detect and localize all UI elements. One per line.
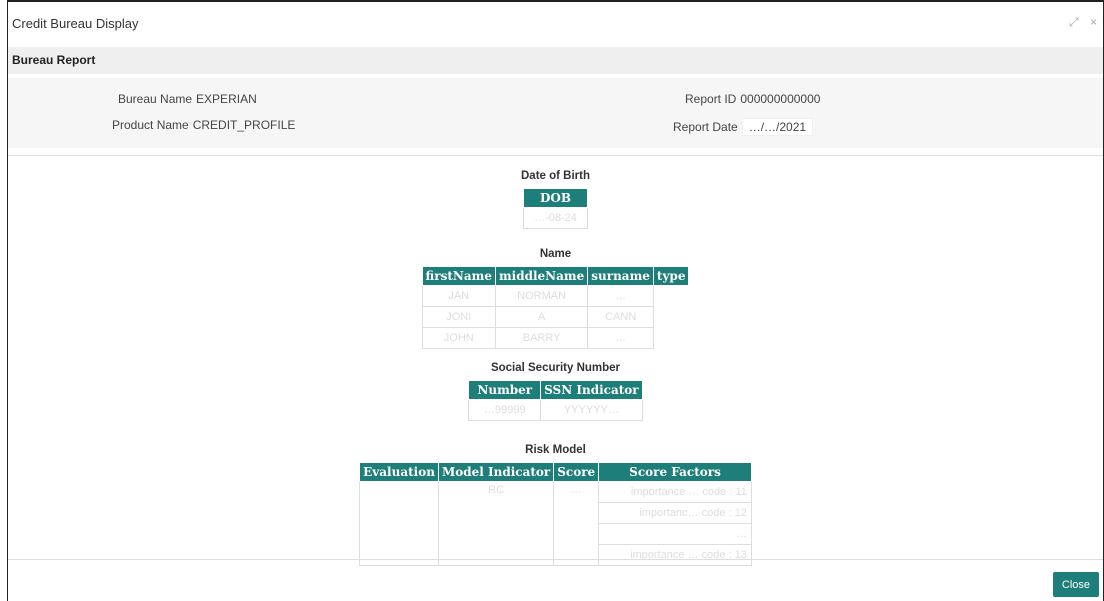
- col-model-indicator: Model Indicator: [437, 462, 555, 482]
- cell: [653, 286, 689, 307]
- risk-title: Risk Model: [525, 444, 586, 456]
- name-table: firstName middleName surname type JAN NO…: [421, 266, 690, 349]
- name-section: Name firstName middleName surname type J…: [8, 248, 1103, 349]
- cell: JONI: [421, 306, 496, 328]
- dob-section: Date of Birth DOB …-08-24: [8, 170, 1103, 229]
- product-name-field: Product Name CREDIT_PROFILE: [112, 118, 295, 132]
- cell: …: [587, 327, 654, 349]
- bureau-name-value: EXPERIAN: [196, 92, 257, 106]
- bureau-name-field: Bureau Name EXPERIAN: [118, 92, 257, 106]
- risk-table: Evaluation Model Indicator Score Score F…: [359, 462, 752, 566]
- ssn-table: Number SSN Indicator …99999 YYYYYY…: [468, 380, 643, 421]
- close-icon[interactable]: ×: [1090, 15, 1097, 29]
- cell: importance … code : 11: [598, 481, 752, 503]
- dob-title: Date of Birth: [521, 170, 590, 182]
- report-id-field: Report ID 000000000000: [685, 92, 820, 106]
- maximize-icon[interactable]: ⤢: [1069, 15, 1079, 29]
- report-info-panel: Bureau Name EXPERIAN Product Name CREDIT_P…: [8, 78, 1103, 148]
- ssn-section: Social Security Number Number SSN Indica…: [8, 362, 1103, 421]
- cell: [653, 328, 689, 349]
- cell: A: [494, 306, 589, 328]
- report-id-value: 000000000000: [740, 92, 821, 106]
- cell: BARRY: [494, 327, 589, 349]
- cell: CANN: [587, 306, 654, 328]
- col-score: Score: [553, 462, 600, 482]
- bureau-report-header: Bureau Report: [8, 47, 1103, 74]
- cell: importanc… code : 12: [598, 502, 752, 524]
- cell: JOHN: [421, 327, 496, 349]
- name-title: Name: [539, 248, 572, 260]
- cell: [359, 481, 439, 566]
- col-firstname: firstName: [421, 266, 496, 286]
- report-date-value: …/…/2021: [741, 118, 814, 136]
- footer-divider: [8, 559, 1103, 560]
- credit-bureau-window: Credit Bureau Display ⤢ × Bureau Report …: [7, 0, 1104, 601]
- col-surname: surname: [587, 266, 654, 286]
- cell: …: [598, 523, 752, 545]
- product-name-value: CREDIT_PROFILE: [192, 118, 296, 132]
- close-button[interactable]: Close: [1052, 572, 1099, 597]
- dob-value: …-08-24: [522, 207, 589, 229]
- window-controls: ⤢ ×: [1061, 15, 1097, 30]
- table-row: JOHN BARRY …: [421, 327, 689, 349]
- report-date-field: Report Date …/…/2021: [673, 118, 814, 136]
- col-middlename: middleName: [494, 266, 589, 286]
- risk-model-section: Risk Model Evaluation Model Indicator Sc…: [8, 444, 1103, 566]
- product-name-label: Product Name: [112, 118, 189, 132]
- title-bar: Credit Bureau Display ⤢ ×: [8, 0, 1103, 46]
- dob-table: DOB …-08-24: [522, 188, 589, 229]
- table-row: …99999 YYYYYY…: [468, 399, 643, 421]
- cell: JAN: [421, 285, 496, 307]
- section-title: Bureau Report: [12, 53, 96, 67]
- window-title: Credit Bureau Display: [12, 16, 139, 31]
- col-ssn-indicator: SSN Indicator: [540, 380, 643, 400]
- divider: [8, 155, 1103, 156]
- cell: …: [587, 285, 654, 307]
- col-type: type: [652, 266, 690, 286]
- dob-header: DOB: [522, 188, 589, 208]
- cell: YYYYYY…: [540, 399, 643, 421]
- cell: …: [553, 481, 600, 566]
- report-id-label: Report ID: [685, 92, 737, 106]
- cell: [653, 307, 689, 328]
- col-evaluation: Evaluation: [359, 462, 439, 482]
- table-row: JAN NORMAN …: [421, 285, 689, 307]
- cell: importance … code : 13: [598, 544, 752, 566]
- bureau-name-label: Bureau Name: [118, 92, 193, 106]
- cell: …99999: [468, 399, 542, 421]
- report-date-label: Report Date: [673, 120, 738, 134]
- report-body: Date of Birth DOB …-08-24 Name firstName…: [8, 160, 1103, 566]
- ssn-title: Social Security Number: [490, 362, 621, 374]
- cell: RC: [437, 481, 555, 566]
- col-score-factors: Score Factors: [598, 462, 752, 482]
- cell: NORMAN: [494, 285, 589, 307]
- table-row: JONI A CANN: [421, 306, 689, 328]
- col-number: Number: [468, 380, 542, 400]
- table-row: RC … importance … code : 11: [359, 481, 752, 566]
